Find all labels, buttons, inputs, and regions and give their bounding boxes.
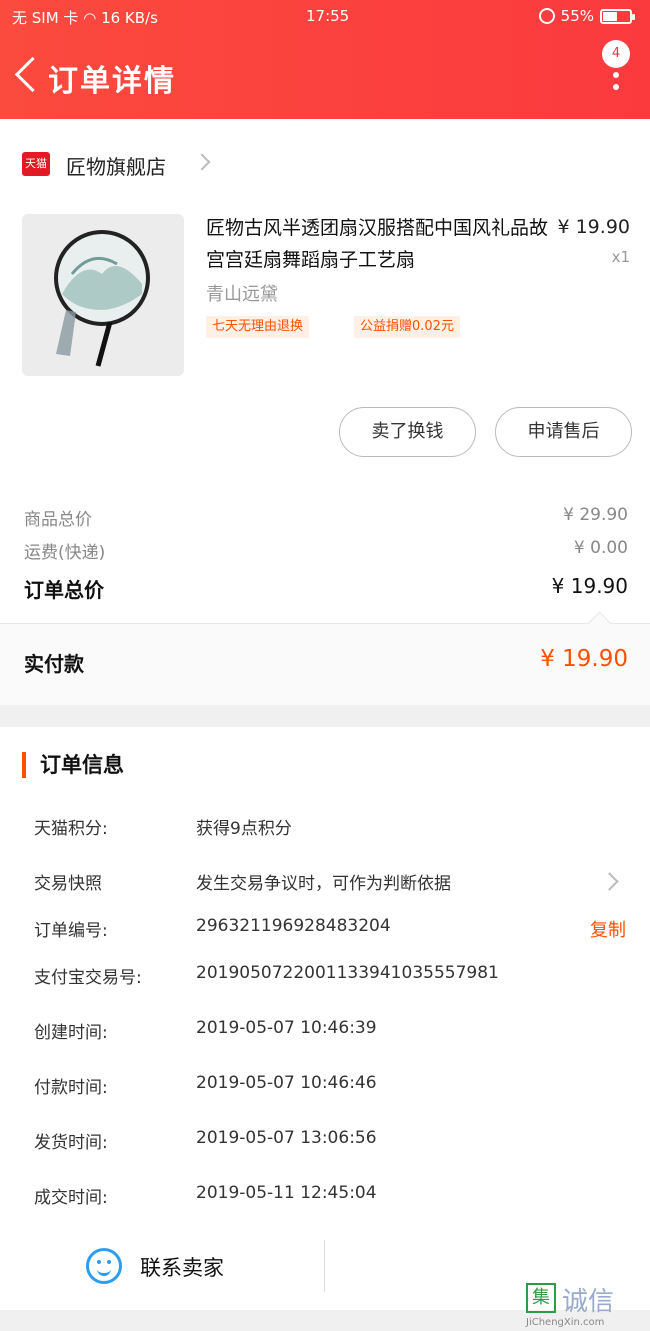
- round-fan-icon: [54, 230, 150, 367]
- info-label: 发货时间:: [34, 1133, 108, 1153]
- info-value: 2019-05-11 12:45:04: [196, 1183, 377, 1203]
- more-menu-button[interactable]: 4: [602, 40, 632, 96]
- shipping-label: 运费(快递): [24, 543, 106, 563]
- shop-row[interactable]: 天猫 匠物旗舰店: [0, 142, 650, 186]
- created-time-row: 创建时间: 2019-05-07 10:46:39: [34, 1018, 634, 1048]
- return-policy-tag: 七天无理由退换: [206, 316, 310, 338]
- more-dot-icon: [613, 72, 619, 78]
- order-total-row: 订单总价 ¥ 19.90: [24, 574, 628, 602]
- info-label: 天猫积分:: [34, 819, 108, 839]
- alipay-number-row: 支付宝交易号: 2019050722001133941035557981: [34, 963, 634, 993]
- goods-total-value: ¥ 29.90: [563, 505, 628, 525]
- section-divider: [0, 705, 650, 727]
- bottom-divider: [324, 1240, 325, 1292]
- shop-name: 匠物旗舰店: [66, 155, 166, 179]
- info-label: 创建时间:: [34, 1023, 108, 1043]
- battery-fill: [603, 11, 618, 21]
- info-label: 支付宝交易号:: [34, 968, 142, 988]
- watermark-text: 诚信: [562, 1287, 615, 1317]
- info-value: 2019-05-07 10:46:39: [196, 1018, 377, 1038]
- charity-tag: 公益捐赠0.02元: [354, 316, 460, 338]
- message-badge: 4: [602, 40, 630, 68]
- shipped-time-row: 发货时间: 2019-05-07 13:06:56: [34, 1128, 634, 1158]
- sell-button[interactable]: 卖了换钱: [339, 407, 476, 457]
- watermark-logo-icon: 集: [526, 1283, 556, 1313]
- goods-total-label: 商品总价: [24, 510, 92, 530]
- info-label: 成交时间:: [34, 1188, 108, 1208]
- completed-time-row: 成交时间: 2019-05-11 12:45:04: [34, 1183, 634, 1213]
- chevron-right-icon: [193, 153, 211, 171]
- carrier-text: 无 SIM 卡: [12, 9, 79, 27]
- product-price: ¥ 19.90: [557, 216, 630, 238]
- info-value: 获得9点积分: [196, 819, 292, 839]
- paid-time-row: 付款时间: 2019-05-07 10:46:46: [34, 1073, 634, 1103]
- paid-label: 实付款: [24, 652, 84, 676]
- back-button[interactable]: [12, 56, 38, 94]
- shipping-row: 运费(快递) ¥ 0.00: [24, 538, 628, 566]
- info-value: 2019-05-07 13:06:56: [196, 1128, 377, 1148]
- after-sale-button[interactable]: 申请售后: [495, 407, 632, 457]
- status-bar: 无 SIM 卡 ◠ 16 KB/s 17:55 55%: [0, 0, 650, 34]
- network-speed: 16 KB/s: [101, 9, 158, 27]
- order-number: 296321196928483204: [196, 916, 391, 936]
- contact-seller-button[interactable]: 联系卖家: [70, 1240, 310, 1292]
- wifi-icon: ◠: [83, 9, 102, 27]
- more-dot-icon: [613, 84, 619, 90]
- info-label: 付款时间:: [34, 1078, 108, 1098]
- info-label: 订单编号:: [34, 921, 108, 941]
- info-value: 2019-05-07 10:46:46: [196, 1073, 377, 1093]
- info-label: 交易快照: [34, 874, 102, 894]
- goods-total-row: 商品总价 ¥ 29.90: [24, 505, 628, 533]
- info-value: 发生交易争议时，可作为判断依据: [196, 874, 451, 894]
- copy-button[interactable]: 复制: [590, 916, 626, 942]
- carrier-speed: 无 SIM 卡 ◠ 16 KB/s: [12, 7, 158, 28]
- product-title[interactable]: 匠物古风半透团扇汉服搭配中国风礼品故宫宫廷扇舞蹈扇子工艺扇: [206, 212, 551, 276]
- battery-percent: 55%: [560, 7, 594, 25]
- snapshot-row[interactable]: 交易快照 发生交易争议时，可作为判断依据: [34, 869, 634, 899]
- alipay-number: 2019050722001133941035557981: [196, 963, 499, 983]
- tmall-points-row: 天猫积分: 获得9点积分: [34, 814, 634, 844]
- rotation-lock-icon: [538, 8, 555, 24]
- tmall-logo-icon: 天猫: [22, 152, 50, 176]
- order-info-title: 订单信息: [22, 752, 124, 778]
- battery-icon: [600, 8, 635, 24]
- chat-face-icon: [86, 1248, 122, 1284]
- order-total-label: 订单总价: [24, 578, 104, 602]
- product-quantity: x1: [611, 248, 630, 266]
- status-right: 55%: [538, 7, 635, 25]
- shipping-value: ¥ 0.00: [573, 538, 628, 558]
- chevron-right-icon: [600, 872, 619, 891]
- watermark-url: JiChengXin.com: [526, 1317, 605, 1328]
- page-title: 订单详情: [48, 64, 176, 99]
- contact-seller-label: 联系卖家: [140, 1256, 224, 1280]
- app-header: 无 SIM 卡 ◠ 16 KB/s 17:55 55% 订单详情 4: [0, 0, 650, 119]
- clock: 17:55: [306, 7, 350, 25]
- product-sku: 青山远黛: [206, 284, 278, 305]
- paid-amount-row: 实付款 ¥ 19.90: [0, 623, 650, 705]
- watermark: 集 诚信 JiChengXin.com: [526, 1283, 642, 1328]
- order-total-value: ¥ 19.90: [551, 574, 628, 598]
- product-image[interactable]: [22, 214, 184, 376]
- order-number-row: 订单编号: 296321196928483204 复制: [34, 916, 634, 946]
- paid-value: ¥ 19.90: [540, 646, 628, 672]
